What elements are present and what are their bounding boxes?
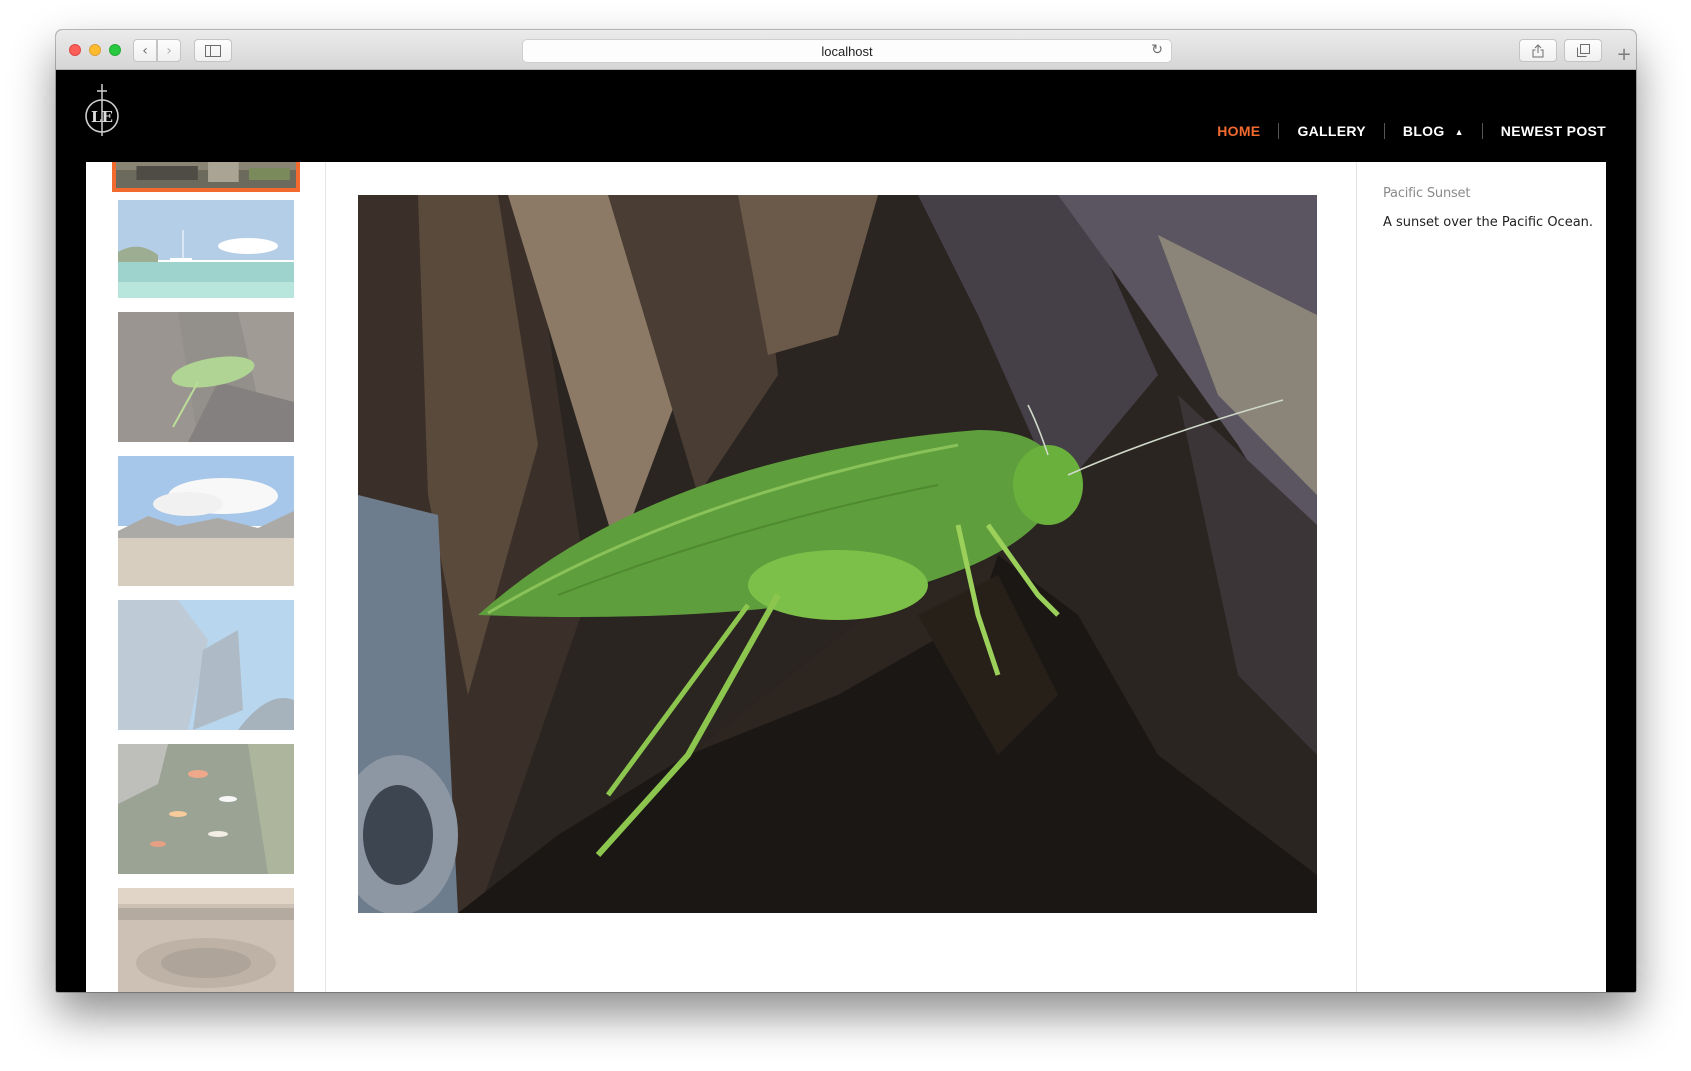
photo-info-panel: Pacific Sunset A sunset over the Pacific… <box>1356 162 1606 992</box>
browser-toolbar: ‹ › localhost ↻ + <box>56 30 1636 70</box>
main-navigation: HOME GALLERY BLOG ▲ NEWEST POST <box>1199 123 1606 139</box>
nav-blog[interactable]: BLOG ▲ <box>1385 123 1482 139</box>
thumbnail-desert[interactable] <box>118 456 294 586</box>
address-bar[interactable]: localhost ↻ <box>522 39 1172 63</box>
tabs-icon <box>1576 44 1590 57</box>
chevron-right-icon: › <box>166 42 172 59</box>
minimize-window-button[interactable] <box>89 44 101 56</box>
caret-down-icon: ▲ <box>1454 127 1464 138</box>
close-window-button[interactable] <box>69 44 81 56</box>
sidebar-icon <box>205 44 221 57</box>
katydid-photo <box>358 195 1317 913</box>
thumbnail-katydid[interactable] <box>118 312 294 442</box>
share-icon <box>1532 43 1544 57</box>
site-logo[interactable]: LE <box>84 82 120 138</box>
gallery-content: Pacific Sunset A sunset over the Pacific… <box>86 162 1606 992</box>
photo-description: A sunset over the Pacific Ocean. <box>1383 215 1594 230</box>
new-tab-button[interactable]: + <box>1612 42 1636 66</box>
share-button[interactable] <box>1519 39 1557 62</box>
logo-emblem-icon: LE <box>85 84 119 136</box>
nav-gallery[interactable]: GALLERY <box>1279 123 1383 139</box>
back-button[interactable]: ‹ <box>133 39 157 62</box>
browser-window: ‹ › localhost ↻ + LE HOME GALLERY BLOG ▲… <box>56 30 1636 992</box>
thumbnail-sea-with-boat[interactable] <box>118 200 294 298</box>
thumbnail-strip[interactable] <box>86 162 326 992</box>
nav-blog-label: BLOG <box>1402 123 1445 139</box>
zoom-window-button[interactable] <box>109 44 121 56</box>
nav-home[interactable]: HOME <box>1199 123 1278 139</box>
plus-icon: + <box>1616 43 1632 65</box>
photo-title: Pacific Sunset <box>1383 186 1471 201</box>
logo-monogram: LE <box>91 108 113 126</box>
main-photo-katydid[interactable] <box>358 195 1317 913</box>
thumbnail-harbor[interactable] <box>112 162 300 192</box>
web-page: LE HOME GALLERY BLOG ▲ NEWEST POST Pacif… <box>56 70 1636 992</box>
nav-newest-post[interactable]: NEWEST POST <box>1483 123 1606 139</box>
sidebar-toggle-button[interactable] <box>194 39 232 62</box>
thumbnail-colosseum[interactable] <box>118 888 294 992</box>
url-text: localhost <box>821 43 873 59</box>
forward-button[interactable]: › <box>157 39 181 62</box>
thumbnail-architecture[interactable] <box>118 600 294 730</box>
show-tabs-button[interactable] <box>1564 39 1602 62</box>
chevron-left-icon: ‹ <box>142 42 148 59</box>
reload-icon[interactable]: ↻ <box>1151 42 1163 58</box>
thumbnail-koi-pond[interactable] <box>118 744 294 874</box>
